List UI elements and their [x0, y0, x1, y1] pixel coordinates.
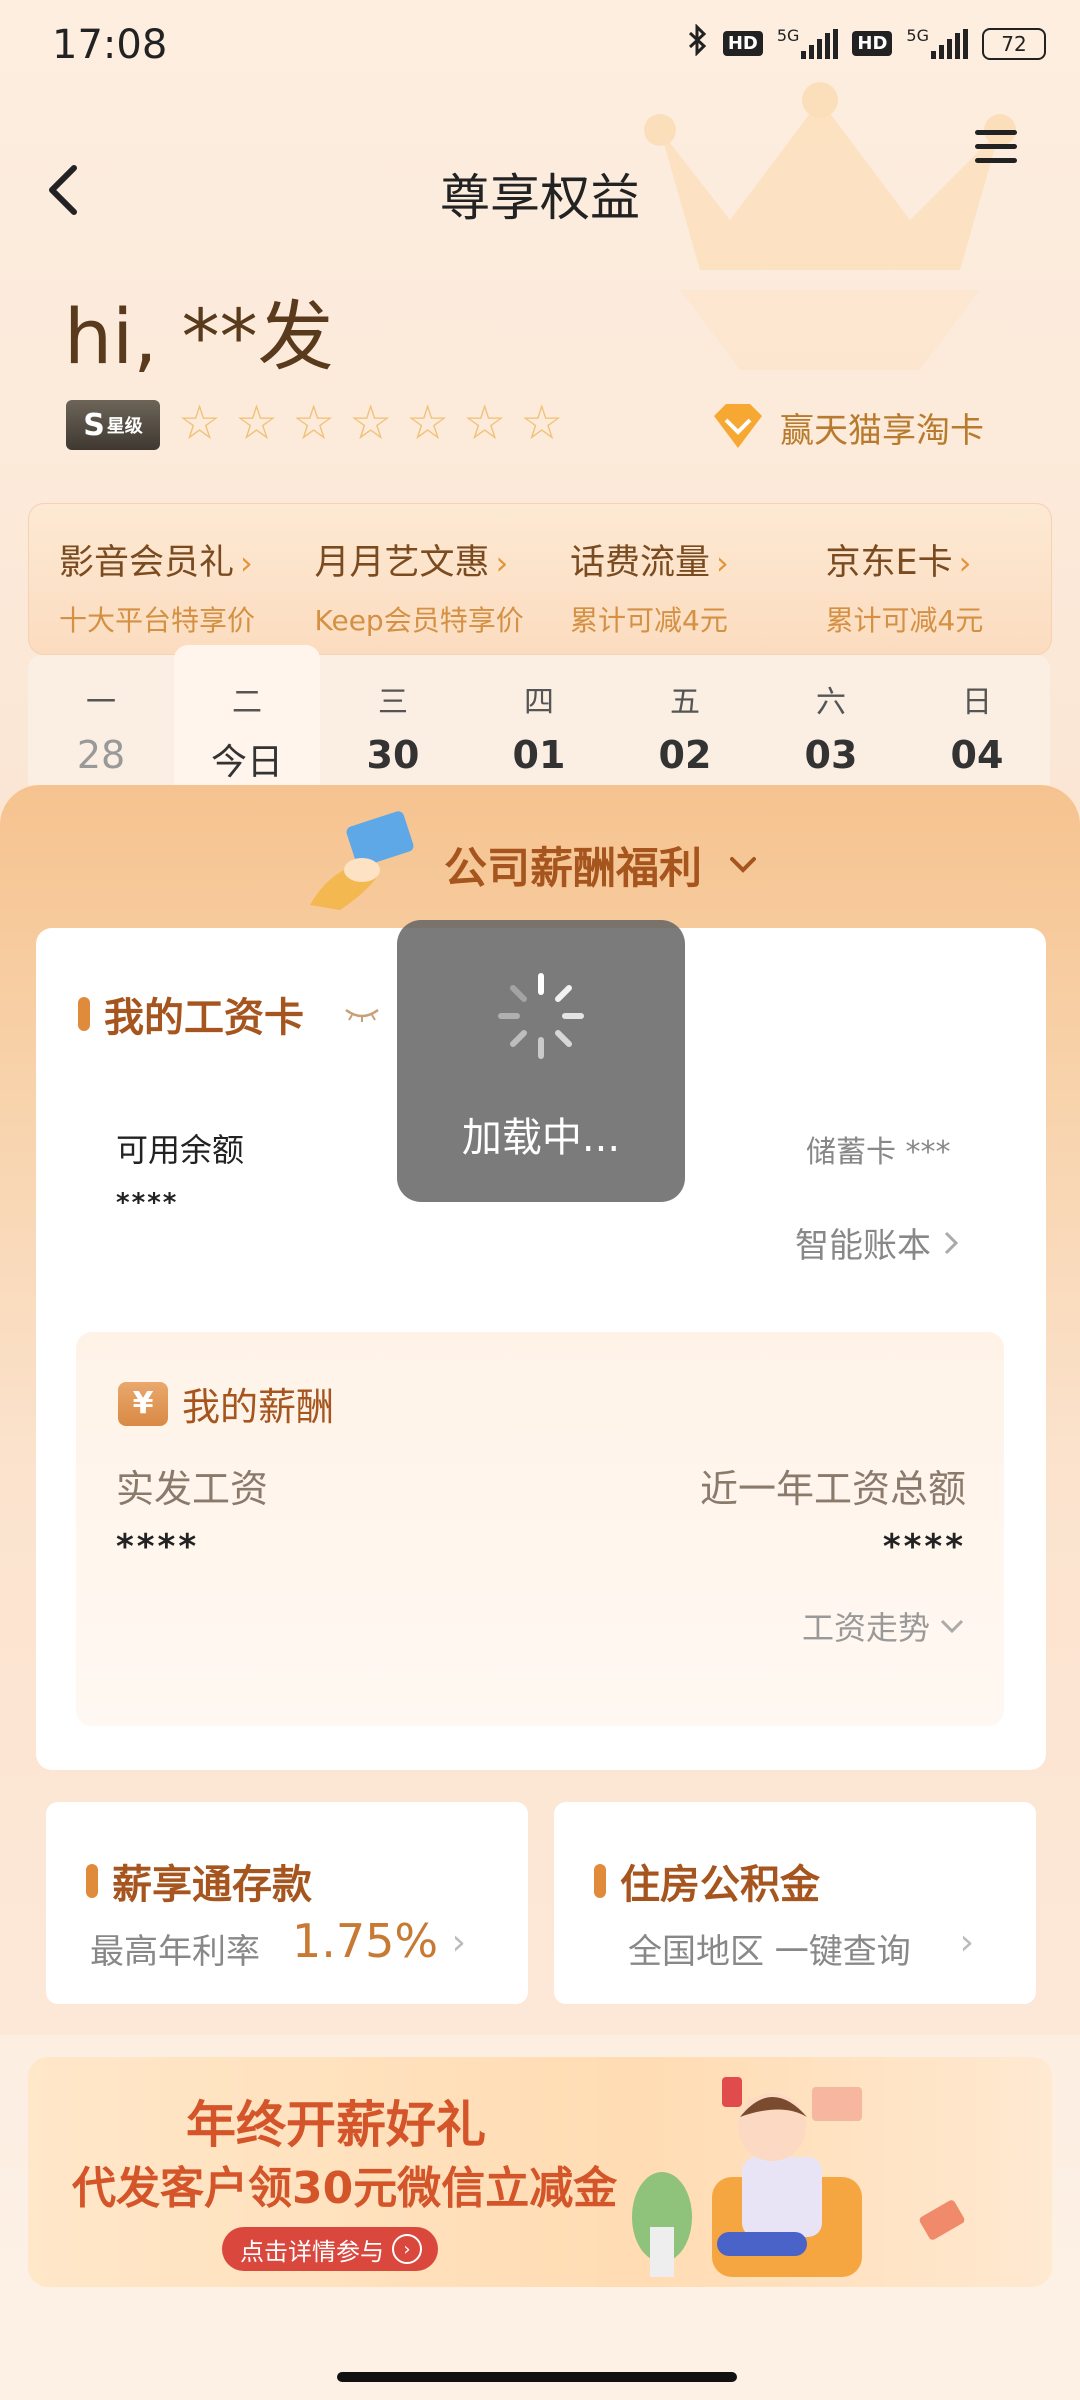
star-icon: ☆ — [463, 395, 507, 451]
salary-trend-toggle[interactable]: 工资走势 — [802, 1603, 966, 1649]
calendar-day[interactable]: 四 01 — [466, 655, 612, 785]
net-salary-value: **** — [116, 1527, 200, 1567]
benefit-arts[interactable]: 月月艺文惠 › Keep会员特享价 — [285, 504, 541, 654]
benefit-video[interactable]: 影音会员礼 › 十大平台特享价 — [29, 504, 285, 654]
chevron-right-icon: › — [959, 1922, 974, 1963]
smart-ledger-link[interactable]: 智能账本 — [795, 1218, 961, 1267]
calendar-day[interactable]: 三 30 — [320, 655, 466, 785]
tmall-card-link[interactable]: 赢天猫享淘卡 — [710, 402, 984, 452]
chevron-right-icon: › — [240, 544, 253, 582]
benefit-jd[interactable]: 京东E卡 › 累计可减4元 — [796, 504, 1052, 654]
greeting: hi, **发 — [64, 292, 334, 381]
bluetooth-icon — [687, 23, 709, 63]
hd-icon: HD — [722, 31, 763, 56]
calendar-day[interactable]: 日 04 — [904, 655, 1050, 785]
chevron-right-icon — [944, 1231, 959, 1254]
chevron-down-icon — [940, 1619, 964, 1634]
calendar-strip: 一 28 二今日 三 30 四 01 五 02 六 03 日 04 — [28, 645, 1050, 785]
chevron-down-icon — [730, 857, 756, 873]
chevron-right-icon: › — [716, 544, 729, 582]
available-balance-value: **** — [116, 1188, 179, 1218]
diamond-icon — [714, 404, 762, 448]
my-salary-title: ¥ 我的薪酬 — [118, 1376, 334, 1431]
star-icon: ☆ — [235, 395, 279, 451]
net-salary-label: 实发工资 — [116, 1467, 269, 1511]
banner-join-button[interactable]: 点击详情参与 › — [222, 2227, 438, 2271]
loading-text: 加载中... — [461, 1115, 621, 1161]
battery-icon: 72 — [982, 27, 1046, 60]
calendar-day[interactable]: 六 03 — [758, 655, 904, 785]
home-indicator[interactable] — [337, 2372, 737, 2382]
status-time: 17:08 — [52, 22, 168, 68]
person-illustration-icon — [632, 2077, 965, 2277]
status-icons: HD 5G HD 5G 72 — [687, 23, 1046, 63]
calendar-day-today[interactable]: 二今日 — [174, 645, 320, 785]
annual-salary-value: **** — [882, 1527, 966, 1567]
menu-icon[interactable] — [975, 130, 1017, 164]
calendar-day[interactable]: 五 02 — [612, 655, 758, 785]
page-title: 尊享权益 — [440, 169, 640, 227]
chevron-right-icon: › — [495, 544, 509, 582]
benefit-phone[interactable]: 话费流量 › 累计可减4元 — [540, 504, 796, 654]
calendar-day[interactable]: 一 28 — [28, 655, 174, 785]
spinner-icon — [498, 973, 584, 1059]
loading-overlay: 加载中... — [397, 920, 685, 1202]
housing-title: 住房公积金 — [620, 1862, 820, 1908]
signal-icon-2: 5G — [906, 26, 968, 59]
card-hand-icon — [310, 811, 414, 910]
signal-icon-1: 5G — [777, 26, 839, 59]
star-icon: ☆ — [292, 395, 336, 451]
arrow-right-circle-icon: › — [392, 2234, 422, 2264]
deposit-card[interactable]: 薪享通存款 最高年利率 1.75% › — [46, 1802, 528, 2004]
welfare-selector[interactable]: 公司薪酬福利 — [300, 810, 760, 920]
housing-fund-card[interactable]: 住房公积金 全国地区 一键查询 › — [554, 1802, 1036, 2004]
star-icon: ☆ — [349, 395, 393, 451]
deposit-rate: 1.75% — [292, 1914, 439, 1968]
chevron-right-icon: › — [958, 544, 972, 582]
housing-sub: 全国地区 一键查询 — [628, 1932, 911, 1972]
level-badge: S 星级 — [66, 400, 160, 450]
salary-card-title: 我的工资卡 — [78, 985, 382, 1043]
debit-card-label[interactable]: 储蓄卡 *** — [806, 1127, 951, 1171]
promo-banner[interactable]: 年终开薪好礼 代发客户领30元微信立减金 点击详情参与 › — [28, 2057, 1052, 2287]
star-rating: ☆ ☆ ☆ ☆ ☆ ☆ ☆ — [178, 398, 563, 448]
eye-closed-icon[interactable] — [342, 1004, 382, 1024]
star-icon: ☆ — [520, 395, 564, 451]
banner-headline: 年终开薪好礼 — [186, 2096, 486, 2154]
chevron-right-icon: › — [451, 1922, 466, 1963]
available-balance-label: 可用余额 — [116, 1131, 245, 1169]
deposit-sub: 最高年利率 — [90, 1932, 260, 1972]
hd-icon-2: HD — [852, 31, 893, 56]
benefits-row: 影音会员礼 › 十大平台特享价 月月艺文惠 › Keep会员特享价 话费流量 › 累计… — [28, 503, 1052, 655]
yen-icon: ¥ — [118, 1381, 168, 1426]
star-icon: ☆ — [406, 395, 450, 451]
annual-salary-label: 近一年工资总额 — [699, 1467, 966, 1511]
deposit-title: 薪享通存款 — [112, 1862, 312, 1908]
banner-subline: 代发客户领30元微信立减金 — [72, 2163, 618, 2214]
star-icon: ☆ — [178, 395, 222, 451]
